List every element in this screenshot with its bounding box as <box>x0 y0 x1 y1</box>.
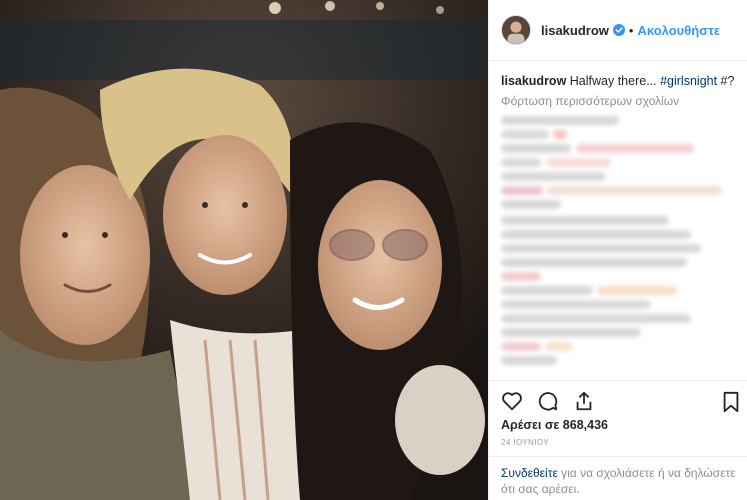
bookmark-icon[interactable] <box>718 389 744 415</box>
comment-bubble-icon[interactable] <box>535 388 561 414</box>
hashtag-link[interactable]: #girlsnight <box>660 74 717 88</box>
login-link[interactable]: Συνδεθείτε <box>501 466 558 480</box>
load-more-comments-link[interactable]: Φόρτωση περισσότερων σχολίων <box>501 94 679 108</box>
heart-icon[interactable] <box>499 388 525 414</box>
share-icon[interactable] <box>571 388 597 414</box>
follow-button[interactable]: Ακολουθήστε <box>637 23 720 38</box>
blurred-comments <box>501 114 737 369</box>
post-side-panel: lisakudrow • Ακολουθήστε lisakudrow Half… <box>488 0 747 500</box>
post-photo[interactable] <box>0 0 488 500</box>
caption-username[interactable]: lisakudrow <box>501 74 566 88</box>
post-header: lisakudrow • Ακολουθήστε <box>489 0 747 61</box>
post-caption: lisakudrow Halfway there... #girlsnight … <box>501 73 741 90</box>
caption-tail: #? <box>717 74 735 88</box>
post-date: 24 ΙΟΥΝΙΟΥ <box>501 438 549 447</box>
selfie-illustration <box>0 0 488 500</box>
login-prompt: Συνδεθείτε για να σχολιάσετε ή να δηλώσε… <box>489 456 747 500</box>
likes-count[interactable]: Αρέσει σε 868,436 <box>501 418 608 432</box>
avatar[interactable] <box>501 15 531 45</box>
separator-dot: • <box>628 22 634 38</box>
verified-badge-icon <box>612 24 625 36</box>
post-actions-bar <box>489 380 747 420</box>
avatar-image <box>502 16 530 44</box>
caption-text: Halfway there... <box>566 74 661 88</box>
username-link[interactable]: lisakudrow <box>541 23 609 38</box>
